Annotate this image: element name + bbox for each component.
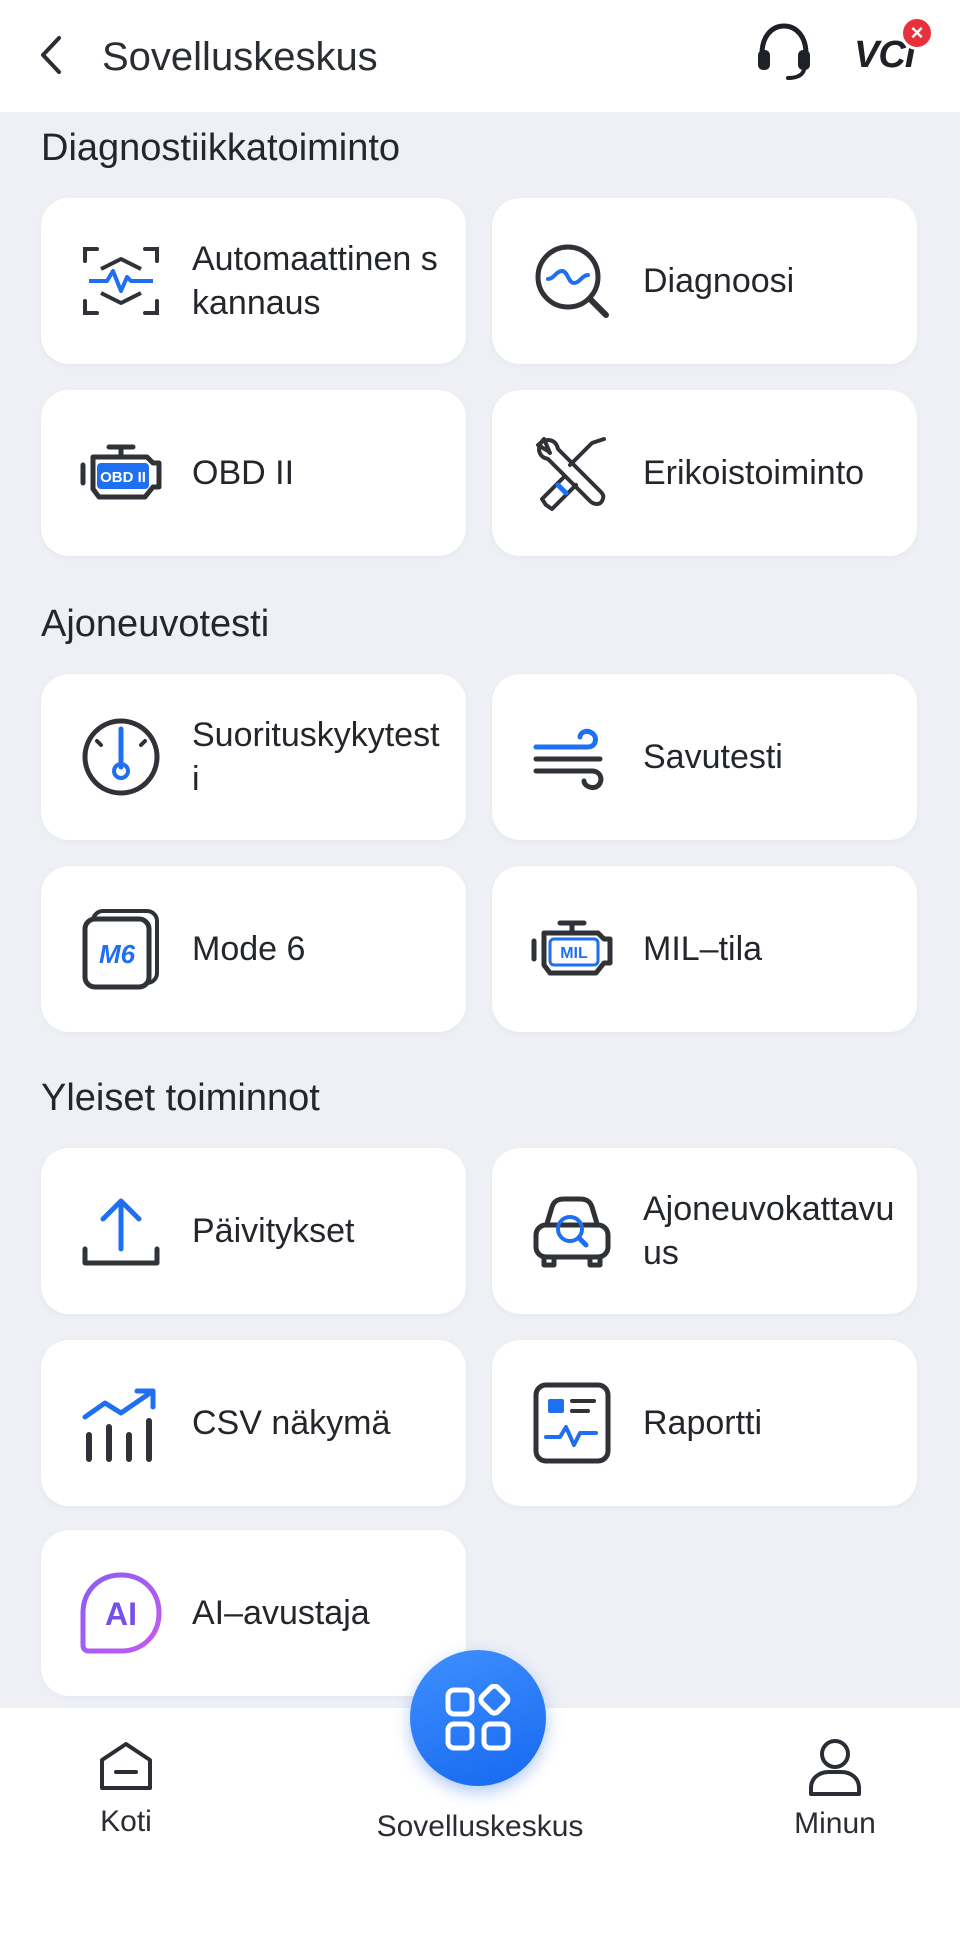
- support-button[interactable]: [752, 18, 816, 82]
- home-icon: [100, 1742, 152, 1790]
- headset-icon: [758, 23, 810, 80]
- performance-gauge-icon: [82, 718, 160, 796]
- vehicle-coverage-icon: [533, 1196, 611, 1268]
- card-ai-assistant[interactable]: AI AI–avustaja: [41, 1530, 466, 1696]
- card-smoke-test[interactable]: Savutesti: [492, 674, 917, 840]
- nav-me[interactable]: Minun: [780, 1736, 890, 1841]
- card-auto-scan[interactable]: Automaattinen skannaus: [41, 198, 466, 364]
- card-label: Diagnoosi: [643, 262, 795, 300]
- special-function-tools-icon: [536, 437, 606, 511]
- nav-me-label: Minun: [794, 1807, 876, 1840]
- card-label: Savutesti: [643, 738, 783, 776]
- card-label: Automaattinen skannaus: [192, 240, 438, 322]
- nav-home[interactable]: Koti: [86, 1738, 166, 1839]
- card-label: Päivitykset: [192, 1212, 355, 1250]
- obd2-engine-icon: OBD II: [80, 444, 162, 500]
- diagnosis-icon: [535, 244, 609, 318]
- card-label: OBD II: [192, 454, 295, 492]
- card-label: Ajoneuvokattavuus: [643, 1190, 895, 1272]
- nav-app-center-label: Sovelluskeskus: [376, 1810, 584, 1843]
- card-performance-test[interactable]: Suorituskykytesti: [41, 674, 466, 840]
- card-special-function[interactable]: Erikoistoiminto: [492, 390, 917, 556]
- nav-app-center[interactable]: Sovelluskeskus: [360, 1810, 600, 1844]
- svg-text:OBD II: OBD II: [100, 469, 146, 486]
- upload-update-icon: [82, 1198, 160, 1266]
- smoke-wind-icon: [533, 728, 604, 790]
- auto-scan-icon: [83, 247, 159, 315]
- section-title-common-functions: Yleiset toiminnot: [41, 1077, 320, 1119]
- card-mode6[interactable]: M6 Mode 6: [41, 866, 466, 1032]
- app-header: Sovelluskeskus VCI ×: [0, 0, 960, 112]
- app-center-content: Diagnostiikkatoiminto Automaattinen skan…: [0, 112, 960, 1708]
- card-mil-status[interactable]: MIL MIL–tila: [492, 866, 917, 1032]
- app-center-fab[interactable]: [410, 1650, 546, 1786]
- section-title-diagnostics: Diagnostiikkatoiminto: [41, 127, 401, 169]
- svg-text:AI: AI: [105, 1596, 137, 1632]
- card-csv-view[interactable]: CSV näkymä: [41, 1340, 466, 1506]
- section-title-vehicle-test: Ajoneuvotesti: [41, 603, 270, 645]
- card-label: Raportti: [643, 1404, 763, 1442]
- back-button[interactable]: [30, 30, 70, 80]
- card-vehicle-coverage[interactable]: Ajoneuvokattavuus: [492, 1148, 917, 1314]
- card-label: Suorituskykytesti: [192, 716, 440, 798]
- svg-text:M6: M6: [99, 939, 136, 969]
- user-icon: [809, 1739, 861, 1796]
- mil-engine-icon: MIL: [531, 920, 613, 976]
- csv-chart-icon: [82, 1388, 156, 1462]
- card-label: CSV näkymä: [192, 1404, 391, 1442]
- nav-home-label: Koti: [100, 1805, 152, 1838]
- card-obd2[interactable]: OBD II OBD II: [41, 390, 466, 556]
- card-updates[interactable]: Päivitykset: [41, 1148, 466, 1314]
- card-label: Erikoistoiminto: [643, 454, 865, 492]
- chevron-left-icon: [41, 36, 61, 74]
- card-label: AI–avustaja: [192, 1594, 370, 1632]
- apps-grid-icon: [445, 1684, 511, 1751]
- svg-text:MIL: MIL: [560, 945, 588, 962]
- page-title: Sovelluskeskus: [102, 35, 378, 79]
- card-label: Mode 6: [192, 930, 306, 968]
- card-report[interactable]: Raportti: [492, 1340, 917, 1506]
- report-icon: [533, 1382, 611, 1464]
- mode6-icon: M6: [82, 909, 159, 990]
- ai-assistant-icon: AI: [80, 1572, 162, 1654]
- vci-connection-button[interactable]: VCI ×: [850, 16, 946, 80]
- card-label: MIL–tila: [643, 930, 763, 968]
- card-diagnosis[interactable]: Diagnoosi: [492, 198, 917, 364]
- disconnected-badge: ×: [900, 16, 934, 50]
